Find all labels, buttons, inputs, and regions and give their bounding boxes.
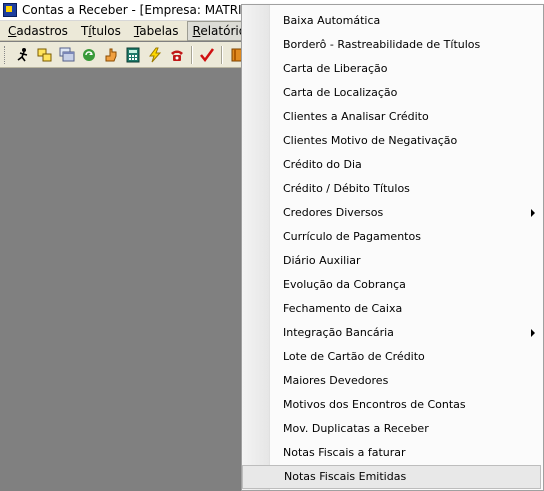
menu-item-relatorio[interactable]: Clientes Motivo de Negativação xyxy=(242,129,543,153)
menu-item-label: Notas Fiscais Emitidas xyxy=(284,470,407,483)
menu-item-relatorio[interactable]: Baixa Automática xyxy=(242,9,543,33)
submenu-arrow-icon xyxy=(531,329,535,337)
menu-item-relatorio[interactable]: Evolução da Cobrança xyxy=(242,273,543,297)
windows-icon[interactable] xyxy=(56,44,78,66)
menu-item-label: Clientes a Analisar Crédito xyxy=(283,110,429,123)
menu-item-relatorio[interactable]: Motivos dos Encontros de Contas xyxy=(242,393,543,417)
relatorios-dropdown: Baixa Automática Borderô - Rastreabilidad… xyxy=(241,4,544,491)
relatorios-menu-list: Baixa Automática Borderô - Rastreabilidad… xyxy=(242,9,543,489)
menu-cadastros[interactable]: Cadastros xyxy=(3,21,73,41)
menu-item-relatorio[interactable]: Maiores Devedores xyxy=(242,369,543,393)
menu-item-label: Mov. Duplicatas a Receber xyxy=(283,422,429,435)
menu-item-relatorio[interactable]: Carta de Liberação xyxy=(242,57,543,81)
menu-item-relatorio[interactable]: Mov. Duplicatas a Receber xyxy=(242,417,543,441)
menu-item-label: Carta de Localização xyxy=(283,86,398,99)
menu-item-relatorio[interactable]: Credores Diversos xyxy=(242,201,543,225)
menu-item-relatorio[interactable]: Fechamento de Caixa xyxy=(242,297,543,321)
menu-item-relatorio[interactable]: Integração Bancária xyxy=(242,321,543,345)
menu-item-relatorio[interactable]: Currículo de Pagamentos xyxy=(242,225,543,249)
menu-item-label: Clientes Motivo de Negativação xyxy=(283,134,458,147)
app-icon xyxy=(3,3,17,17)
exit-icon[interactable] xyxy=(12,44,34,66)
submenu-arrow-icon xyxy=(531,209,535,217)
menu-titulos-label: tulos xyxy=(91,23,121,38)
menu-item-label: Crédito / Débito Títulos xyxy=(283,182,410,195)
refresh-icon[interactable] xyxy=(78,44,100,66)
menu-item-label: Lote de Cartão de Crédito xyxy=(283,350,425,363)
menu-item-label: Borderô - Rastreabilidade de Títulos xyxy=(283,38,481,51)
menu-tabelas[interactable]: Tabelas xyxy=(129,21,184,41)
menu-item-label: Crédito do Dia xyxy=(283,158,362,171)
menu-item-relatorio[interactable]: Carta de Localização xyxy=(242,81,543,105)
toolbar-grip[interactable] xyxy=(4,45,8,64)
menu-item-label: Maiores Devedores xyxy=(283,374,389,387)
menu-item-label: Baixa Automática xyxy=(283,14,381,27)
menu-item-label: Notas Fiscais a faturar xyxy=(283,446,406,459)
menu-item-relatorio[interactable]: Notas Fiscais a faturar xyxy=(242,441,543,465)
menu-item-relatorio[interactable]: Diário Auxiliar xyxy=(242,249,543,273)
menu-item-relatorio[interactable]: Lote de Cartão de Crédito xyxy=(242,345,543,369)
calculator-icon[interactable] xyxy=(122,44,144,66)
menu-item-label: Diário Auxiliar xyxy=(283,254,361,267)
menu-item-relatorio[interactable]: Clientes a Analisar Crédito xyxy=(242,105,543,129)
menu-titulos[interactable]: Títulos xyxy=(76,21,126,41)
menu-tabelas-label: abelas xyxy=(139,23,179,38)
lightning-icon[interactable] xyxy=(144,44,166,66)
phone-icon[interactable] xyxy=(166,44,188,66)
menu-item-label: Motivos dos Encontros de Contas xyxy=(283,398,466,411)
menu-item-label: Integração Bancária xyxy=(283,326,394,339)
checkmark-icon[interactable] xyxy=(196,44,218,66)
menu-item-label: Credores Diversos xyxy=(283,206,384,219)
menu-item-label: Carta de Liberação xyxy=(283,62,388,75)
menu-item-relatorio[interactable]: Borderô - Rastreabilidade de Títulos xyxy=(242,33,543,57)
menu-item-relatorio[interactable]: Crédito do Dia xyxy=(242,153,543,177)
toolbar-separator xyxy=(191,45,193,64)
menu-cadastros-label: adastros xyxy=(16,23,68,38)
toolbar-separator xyxy=(221,45,223,64)
menu-item-relatorio[interactable]: Crédito / Débito Títulos xyxy=(242,177,543,201)
window-title: Contas a Receber - [Empresa: MATRIZ - U xyxy=(22,3,271,17)
menu-item-label: Evolução da Cobrança xyxy=(283,278,406,291)
menu-item-relatorio[interactable]: Notas Fiscais Emitidas xyxy=(242,465,541,489)
copy-icon[interactable] xyxy=(34,44,56,66)
hand-icon[interactable] xyxy=(100,44,122,66)
menu-item-label: Currículo de Pagamentos xyxy=(283,230,421,243)
menu-item-label: Fechamento de Caixa xyxy=(283,302,403,315)
